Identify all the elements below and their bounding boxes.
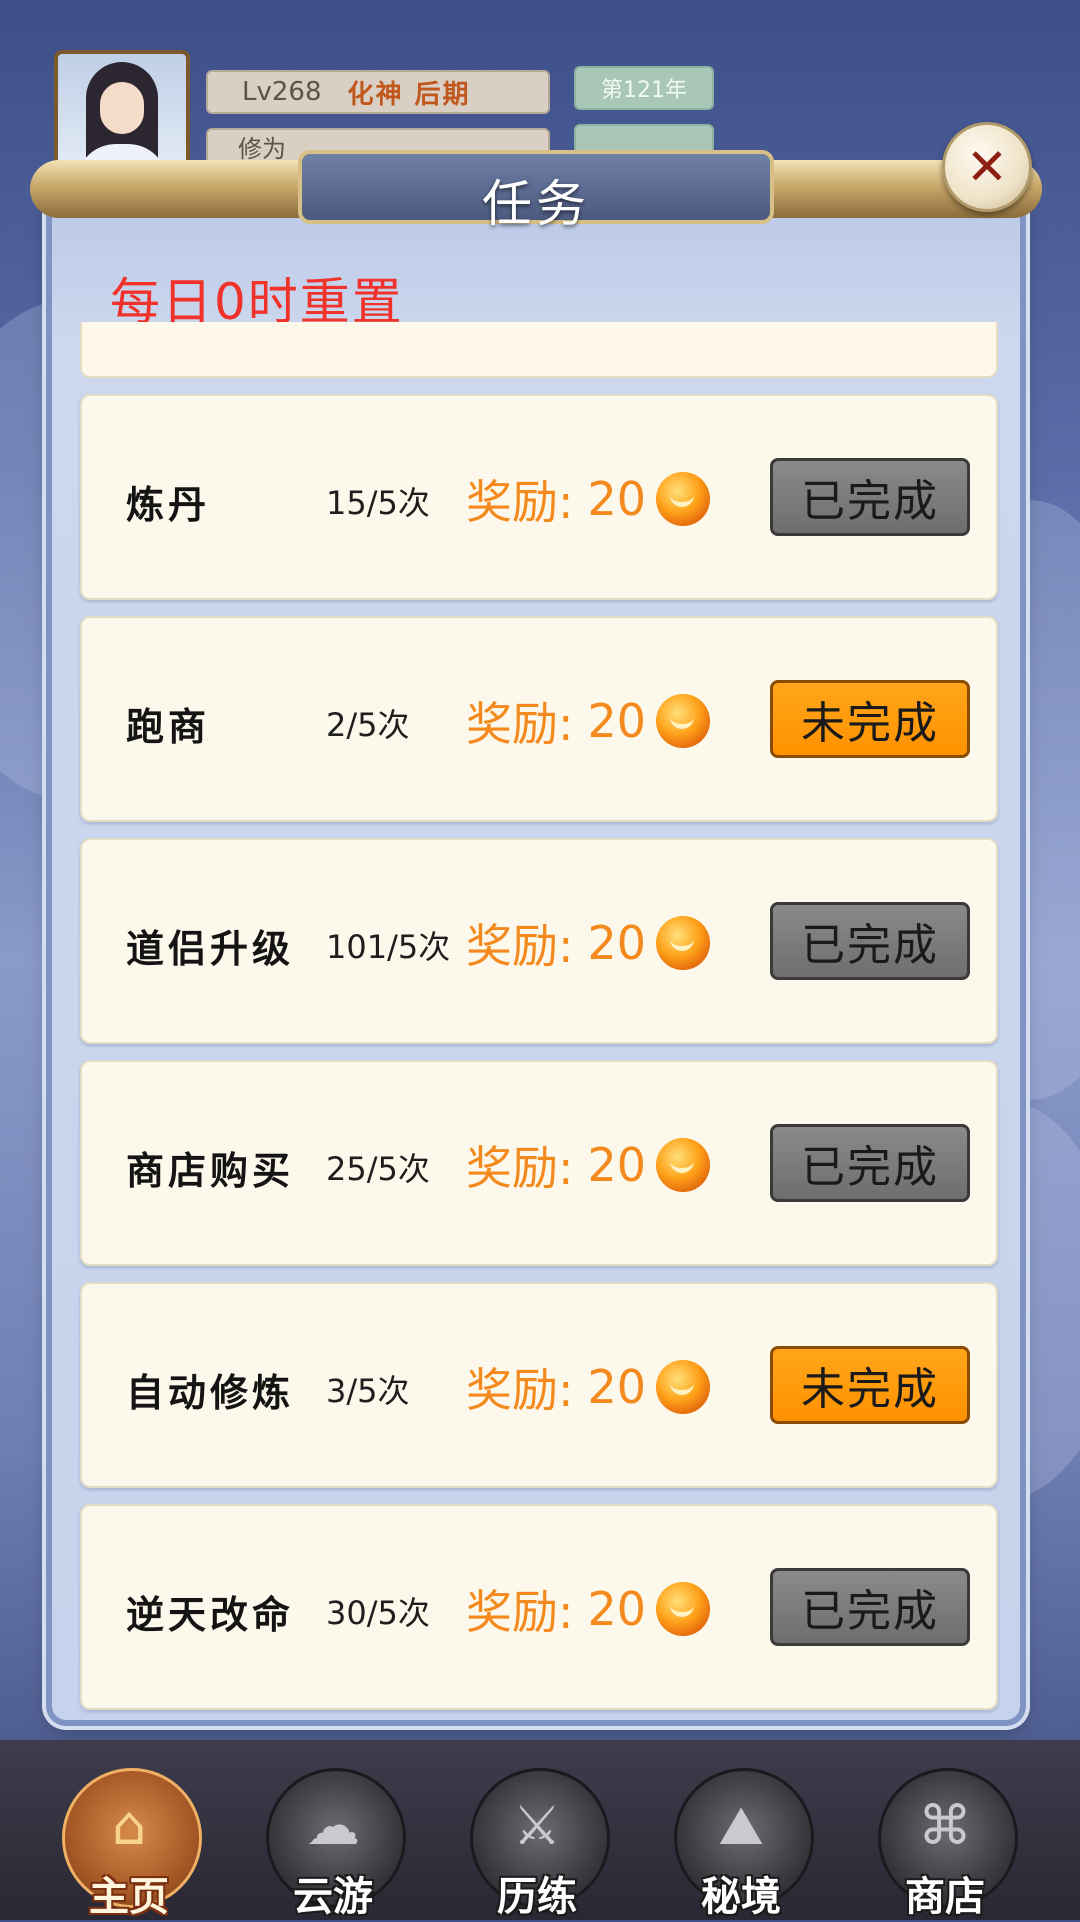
reward-label: 奖励: [466, 475, 574, 529]
task-reward: 奖励: 20 [466, 688, 711, 754]
task-name: 道侣升级 [126, 927, 295, 971]
reward-label: 奖励: [466, 697, 574, 751]
task-row: 自动修炼 3/5次 奖励: 20 未完成 [80, 1282, 998, 1488]
spirit-coin-icon [656, 1360, 711, 1414]
bottom-nav: ⌂ 主页 ☁ 云游 ⚔ 历练 ⛰ 秘境 ⌘ 商店 [0, 1740, 1080, 1920]
close-icon: ✕ [966, 138, 1008, 196]
task-progress: 15/5次 [326, 484, 430, 522]
spirit-coin-icon [656, 472, 711, 526]
close-button[interactable]: ✕ [942, 122, 1032, 212]
dialog-title: 任务 [482, 175, 590, 233]
reward-label: 奖励: [466, 1585, 574, 1639]
nav-item-shop[interactable]: ⌘ 商店 [870, 1764, 1020, 1920]
task-name: 商店购买 [126, 1149, 295, 1193]
home-icon: ⌂ [111, 1794, 147, 1857]
nav-label: 商店 [905, 1874, 985, 1920]
task-name: 自动修炼 [126, 1371, 295, 1415]
nav-label: 主页 [89, 1874, 169, 1920]
title-plate: 任务 [298, 150, 774, 233]
task-row: 道侣升级 101/5次 奖励: 20 已完成 [80, 838, 998, 1044]
task-progress: 2/5次 [326, 706, 410, 744]
nav-label: 秘境 [701, 1874, 781, 1920]
task-row: 跑商 2/5次 奖励: 20 未完成 [80, 616, 998, 822]
task-name: 逆天改命 [126, 1593, 295, 1637]
incomplete-button[interactable]: 未完成 [770, 680, 970, 758]
task-name: 炼丹 [126, 483, 211, 527]
secret-realm-icon: ⛰ [718, 1794, 764, 1857]
task-progress: 30/5次 [326, 1594, 430, 1632]
task-progress: 101/5次 [326, 928, 451, 966]
nav-label: 云游 [293, 1874, 373, 1920]
player-realm: 化神 后期 [347, 79, 471, 110]
reward-label: 奖励: [466, 1141, 574, 1195]
completed-button[interactable]: 已完成 [770, 1124, 970, 1202]
task-reward: 奖励: 20 [466, 1132, 711, 1198]
shop-icon: ⌘ [918, 1794, 972, 1857]
task-progress: 25/5次 [326, 1150, 430, 1188]
completed-button[interactable]: 已完成 [770, 1568, 970, 1646]
task-reward: 奖励: 20 [466, 910, 711, 976]
year-pill: 第121年 [574, 66, 714, 110]
task-reward: 奖励: 20 [466, 1354, 711, 1420]
level-realm-pill: Lv268 化神 后期 [206, 70, 550, 114]
task-dialog: 每日0时重置 炼丹 15/5次 奖励: 20 已完成 跑商 2/5次 奖励: 20 未完成 道侣升级… [30, 122, 1042, 1720]
spirit-coin-icon [656, 1138, 711, 1192]
incomplete-button[interactable]: 未完成 [770, 1346, 970, 1424]
reward-amount: 20 [587, 1138, 647, 1192]
task-progress: 3/5次 [326, 1372, 410, 1410]
completed-button[interactable]: 已完成 [770, 458, 970, 536]
spirit-coin-icon [656, 1582, 711, 1636]
task-row: 商店购买 25/5次 奖励: 20 已完成 [80, 1060, 998, 1266]
title-bar: 任务 [30, 146, 1042, 236]
task-reward: 奖励: 20 [466, 1576, 711, 1642]
nav-item-secret-realm[interactable]: ⛰ 秘境 [666, 1764, 816, 1920]
reward-amount: 20 [587, 472, 647, 526]
task-reward: 奖励: 20 [466, 466, 711, 532]
completed-button[interactable]: 已完成 [770, 902, 970, 980]
nav-item-travel[interactable]: ☁ 云游 [258, 1764, 408, 1920]
task-row: 逆天改命 30/5次 奖励: 20 已完成 [80, 1504, 998, 1710]
reward-amount: 20 [587, 1360, 647, 1414]
player-level: Lv268 [242, 77, 322, 107]
dialog-frame: 每日0时重置 炼丹 15/5次 奖励: 20 已完成 跑商 2/5次 奖励: 20 未完成 道侣升级… [52, 188, 1020, 1720]
list-top-strip [80, 322, 998, 378]
reward-amount: 20 [587, 1582, 647, 1636]
spirit-coin-icon [656, 916, 711, 970]
nav-item-training[interactable]: ⚔ 历练 [462, 1764, 612, 1920]
reward-amount: 20 [587, 916, 647, 970]
game-year: 第121年 [601, 78, 687, 103]
reward-amount: 20 [587, 694, 647, 748]
task-name: 跑商 [126, 705, 211, 749]
travel-icon: ☁ [306, 1794, 360, 1857]
training-icon: ⚔ [512, 1794, 562, 1857]
task-row: 炼丹 15/5次 奖励: 20 已完成 [80, 394, 998, 600]
reward-label: 奖励: [466, 919, 574, 973]
nav-label: 历练 [497, 1874, 577, 1920]
spirit-coin-icon [656, 694, 711, 748]
reward-label: 奖励: [466, 1363, 574, 1417]
nav-item-home[interactable]: ⌂ 主页 [54, 1764, 204, 1920]
